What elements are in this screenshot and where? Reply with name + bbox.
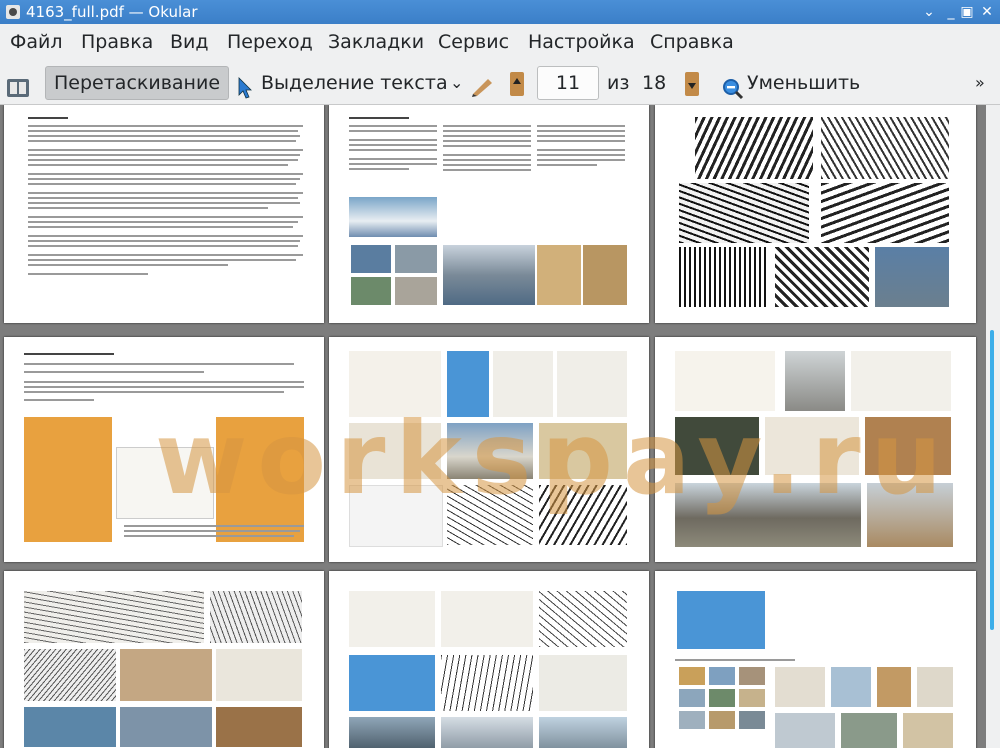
toolbar: Перетаскивание Выделение текста ⌄ из 18 … xyxy=(0,62,1000,105)
page-of-label: из xyxy=(607,72,630,94)
vertical-scrollbar[interactable] xyxy=(986,105,1000,748)
title-bar: 4163_full.pdf — Okular ⌄ _ ▣ ✕ xyxy=(0,0,1000,24)
menu-go[interactable]: Переход xyxy=(227,31,313,53)
page-number-input[interactable]: 11 xyxy=(537,66,599,100)
menu-file[interactable]: Файл xyxy=(10,31,63,53)
okular-icon xyxy=(6,5,20,19)
page-thumbnail[interactable] xyxy=(655,337,976,562)
thumbnail-image xyxy=(24,417,112,542)
page-thumbnail[interactable] xyxy=(329,105,649,323)
close-button[interactable]: ✕ xyxy=(976,0,998,24)
zoom-out-icon[interactable] xyxy=(722,73,744,100)
chevron-down-icon[interactable]: ⌄ xyxy=(450,62,463,104)
menu-help[interactable]: Справка xyxy=(650,31,734,53)
menu-settings[interactable]: Настройка xyxy=(528,31,635,53)
menu-tools[interactable]: Сервис xyxy=(438,31,509,53)
page-thumbnail[interactable] xyxy=(655,105,976,323)
sidebar-toggle-icon[interactable] xyxy=(6,72,30,97)
page-thumbnail[interactable] xyxy=(4,571,324,748)
menu-edit[interactable]: Правка xyxy=(81,31,153,53)
window-title: 4163_full.pdf — Okular xyxy=(26,3,198,21)
document-viewport[interactable]: workspay.ru xyxy=(0,105,986,748)
next-page-icon[interactable] xyxy=(684,70,700,96)
scrollbar-thumb[interactable] xyxy=(990,330,994,630)
page-thumbnail[interactable] xyxy=(4,337,324,562)
cursor-icon xyxy=(237,72,253,99)
text-select-button[interactable]: Выделение текста xyxy=(261,62,448,104)
page-thumbnail[interactable] xyxy=(329,337,649,562)
thumbnail-image xyxy=(349,197,437,237)
collapse-arrow-icon[interactable]: ⌄ xyxy=(918,0,940,24)
page-thumbnail[interactable] xyxy=(4,105,324,323)
page-thumbnail[interactable] xyxy=(329,571,649,748)
menu-view[interactable]: Вид xyxy=(170,31,209,53)
maximize-button[interactable]: ▣ xyxy=(956,0,978,24)
annotations-icon[interactable] xyxy=(470,71,496,97)
menu-bar: Файл Правка Вид Переход Закладки Сервис … xyxy=(0,24,1000,62)
page-total-label: 18 xyxy=(642,72,667,94)
browse-tool-button[interactable]: Перетаскивание xyxy=(45,66,230,100)
zoom-out-button[interactable]: Уменьшить xyxy=(747,62,860,104)
previous-page-icon[interactable] xyxy=(509,70,525,96)
page-thumbnail[interactable] xyxy=(655,571,976,748)
toolbar-overflow-button[interactable]: » xyxy=(975,62,985,104)
menu-bookmarks[interactable]: Закладки xyxy=(328,31,424,53)
